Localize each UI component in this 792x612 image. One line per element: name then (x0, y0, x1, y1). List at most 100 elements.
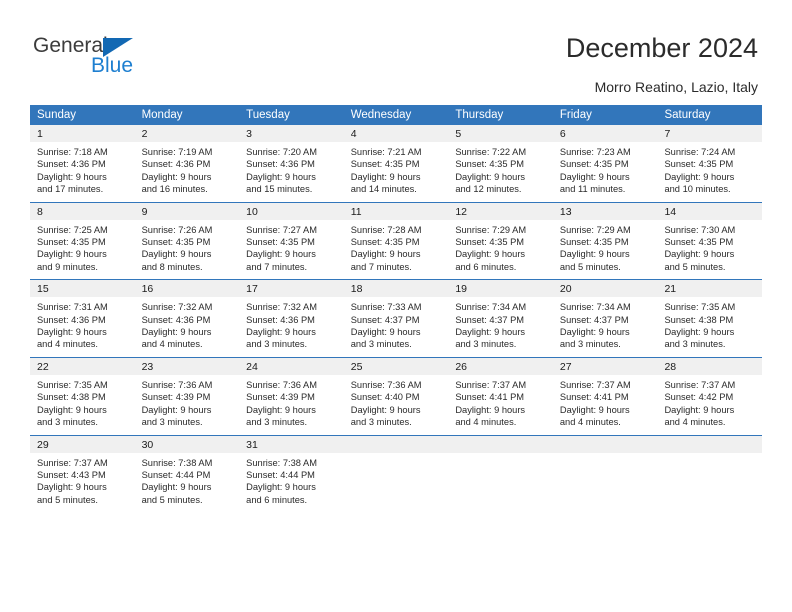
day-number: 6 (552, 125, 658, 142)
day-number: 18 (343, 280, 449, 298)
sunrise-text: Sunrise: 7:25 AM (37, 224, 108, 235)
calendar-day-cell[interactable]: 14 Sunrise: 7:30 AM Sunset: 4:35 PM Dayl… (657, 202, 763, 280)
sunrise-text: Sunrise: 7:30 AM (664, 224, 736, 235)
sunrise-text: Sunrise: 7:35 AM (664, 302, 736, 313)
daylight-text-line2: and 3 minutes. (350, 417, 412, 428)
sunset-text: Sunset: 4:41 PM (455, 392, 525, 403)
calendar-day-cell[interactable]: 30 Sunrise: 7:38 AM Sunset: 4:44 PM Dayl… (134, 435, 240, 513)
sunset-text: Sunset: 4:35 PM (559, 159, 629, 170)
sunrise-text: Sunrise: 7:35 AM (37, 379, 108, 390)
calendar-day-cell[interactable]: 22 Sunrise: 7:35 AM Sunset: 4:38 PM Dayl… (30, 357, 135, 435)
general-blue-logo[interactable]: General Blue (33, 34, 243, 86)
calendar-day-cell[interactable]: 17 Sunrise: 7:32 AM Sunset: 4:36 PM Dayl… (239, 280, 344, 357)
day-details: Sunrise: 7:33 AM Sunset: 4:37 PM Dayligh… (344, 297, 449, 357)
calendar-day-cell[interactable]: 7 Sunrise: 7:24 AM Sunset: 4:35 PM Dayli… (657, 125, 763, 202)
weekday-header-saturday: Saturday (664, 109, 711, 121)
calendar-day-cell[interactable]: 1 Sunrise: 7:18 AM Sunset: 4:36 PM Dayli… (30, 125, 135, 202)
sunset-text: Sunset: 4:41 PM (559, 392, 629, 403)
day-details: Sunrise: 7:28 AM Sunset: 4:35 PM Dayligh… (344, 220, 449, 280)
daylight-text-line2: and 3 minutes. (141, 417, 203, 428)
calendar-day-cell[interactable]: 21 Sunrise: 7:35 AM Sunset: 4:38 PM Dayl… (657, 280, 763, 357)
daylight-text-line2: and 4 minutes. (141, 339, 203, 350)
daylight-text-line1: Daylight: 9 hours (37, 171, 107, 182)
daylight-text-line1: Daylight: 9 hours (246, 404, 316, 415)
sunrise-text: Sunrise: 7:27 AM (246, 224, 317, 235)
calendar-day-cell[interactable]: 12 Sunrise: 7:29 AM Sunset: 4:35 PM Dayl… (448, 202, 553, 280)
daylight-text-line1: Daylight: 9 hours (141, 171, 212, 182)
calendar-day-cell[interactable]: 19 Sunrise: 7:34 AM Sunset: 4:37 PM Dayl… (448, 280, 553, 357)
sunrise-text: Sunrise: 7:28 AM (350, 224, 422, 235)
calendar-day-cell[interactable]: 8 Sunrise: 7:25 AM Sunset: 4:35 PM Dayli… (30, 202, 135, 280)
calendar-day-cell[interactable]: 16 Sunrise: 7:32 AM Sunset: 4:36 PM Dayl… (134, 280, 240, 357)
daylight-text-line2: and 3 minutes. (246, 417, 308, 428)
daylight-text-line2: and 15 minutes. (246, 184, 313, 195)
calendar-day-cell[interactable]: 31 Sunrise: 7:38 AM Sunset: 4:44 PM Dayl… (239, 435, 344, 513)
calendar-day-cell[interactable]: 15 Sunrise: 7:31 AM Sunset: 4:36 PM Dayl… (30, 280, 135, 357)
calendar-day-cell-empty (657, 435, 763, 513)
calendar-day-cell[interactable]: 6 Sunrise: 7:23 AM Sunset: 4:35 PM Dayli… (552, 125, 658, 202)
day-details: Sunrise: 7:35 AM Sunset: 4:38 PM Dayligh… (657, 297, 762, 357)
sunset-text: Sunset: 4:35 PM (246, 237, 315, 248)
daylight-text-line2: and 3 minutes. (350, 339, 412, 350)
day-details: Sunrise: 7:34 AM Sunset: 4:37 PM Dayligh… (553, 297, 658, 357)
day-details: Sunrise: 7:26 AM Sunset: 4:35 PM Dayligh… (135, 220, 240, 280)
day-number: 16 (134, 280, 240, 298)
weekday-header-row: Sunday Monday Tuesday Wednesday Thursday… (30, 105, 762, 125)
calendar-day-cell[interactable]: 3 Sunrise: 7:20 AM Sunset: 4:36 PM Dayli… (239, 125, 344, 202)
sunset-text: Sunset: 4:36 PM (141, 159, 211, 170)
calendar-day-cell[interactable]: 4 Sunrise: 7:21 AM Sunset: 4:35 PM Dayli… (343, 125, 449, 202)
day-number: 11 (343, 202, 449, 220)
daylight-text-line1: Daylight: 9 hours (141, 482, 212, 493)
sunrise-text: Sunrise: 7:36 AM (246, 379, 317, 390)
calendar-day-cell[interactable]: 29 Sunrise: 7:37 AM Sunset: 4:43 PM Dayl… (30, 435, 135, 513)
daylight-text-line2: and 6 minutes. (455, 261, 517, 272)
calendar-day-cell[interactable]: 13 Sunrise: 7:29 AM Sunset: 4:35 PM Dayl… (552, 202, 658, 280)
daylight-text-line2: and 4 minutes. (664, 417, 726, 428)
day-details: Sunrise: 7:27 AM Sunset: 4:35 PM Dayligh… (239, 220, 344, 280)
calendar-day-cell[interactable]: 28 Sunrise: 7:37 AM Sunset: 4:42 PM Dayl… (657, 357, 763, 435)
calendar-day-cell[interactable]: 2 Sunrise: 7:19 AM Sunset: 4:36 PM Dayli… (134, 125, 240, 202)
calendar-day-cell[interactable]: 18 Sunrise: 7:33 AM Sunset: 4:37 PM Dayl… (343, 280, 449, 357)
day-details: Sunrise: 7:37 AM Sunset: 4:41 PM Dayligh… (448, 375, 553, 435)
calendar-day-cell[interactable]: 23 Sunrise: 7:36 AM Sunset: 4:39 PM Dayl… (134, 357, 240, 435)
day-details: Sunrise: 7:19 AM Sunset: 4:36 PM Dayligh… (135, 142, 240, 202)
sunset-text: Sunset: 4:35 PM (455, 237, 525, 248)
day-number: 3 (239, 125, 344, 142)
weekday-header-thursday: Thursday (455, 109, 504, 121)
daylight-text-line2: and 6 minutes. (246, 494, 308, 505)
calendar-day-cell[interactable]: 10 Sunrise: 7:27 AM Sunset: 4:35 PM Dayl… (239, 202, 344, 280)
calendar-day-cell[interactable]: 25 Sunrise: 7:36 AM Sunset: 4:40 PM Dayl… (343, 357, 449, 435)
daylight-text-line2: and 5 minutes. (559, 261, 621, 272)
calendar-day-cell[interactable]: 24 Sunrise: 7:36 AM Sunset: 4:39 PM Dayl… (239, 357, 344, 435)
sunrise-text: Sunrise: 7:34 AM (559, 302, 631, 313)
daylight-text-line1: Daylight: 9 hours (455, 327, 526, 338)
day-number (448, 435, 553, 453)
daylight-text-line1: Daylight: 9 hours (455, 404, 526, 415)
calendar-day-cell[interactable]: 9 Sunrise: 7:26 AM Sunset: 4:35 PM Dayli… (134, 202, 240, 280)
sunset-text: Sunset: 4:36 PM (37, 159, 106, 170)
sunset-text: Sunset: 4:43 PM (37, 469, 106, 480)
sunrise-text: Sunrise: 7:38 AM (141, 457, 213, 468)
calendar-day-cell[interactable]: 11 Sunrise: 7:28 AM Sunset: 4:35 PM Dayl… (343, 202, 449, 280)
daylight-text-line2: and 7 minutes. (246, 261, 308, 272)
sunset-text: Sunset: 4:35 PM (664, 237, 734, 248)
calendar-day-cell[interactable]: 26 Sunrise: 7:37 AM Sunset: 4:41 PM Dayl… (448, 357, 553, 435)
day-details: Sunrise: 7:32 AM Sunset: 4:36 PM Dayligh… (135, 297, 240, 357)
day-number: 10 (239, 202, 344, 220)
calendar-day-cell[interactable]: 5 Sunrise: 7:22 AM Sunset: 4:35 PM Dayli… (448, 125, 553, 202)
sunset-text: Sunset: 4:36 PM (141, 314, 211, 325)
day-details: Sunrise: 7:31 AM Sunset: 4:36 PM Dayligh… (30, 297, 135, 357)
calendar-day-cell[interactable]: 27 Sunrise: 7:37 AM Sunset: 4:41 PM Dayl… (552, 357, 658, 435)
day-number (343, 435, 449, 453)
daylight-text-line1: Daylight: 9 hours (37, 404, 107, 415)
sunrise-text: Sunrise: 7:33 AM (350, 302, 422, 313)
location-subtitle: Morro Reatino, Lazio, Italy (594, 79, 758, 95)
daylight-text-line2: and 7 minutes. (350, 261, 412, 272)
daylight-text-line2: and 3 minutes. (37, 417, 98, 428)
day-number: 1 (30, 125, 135, 142)
daylight-text-line2: and 9 minutes. (37, 261, 98, 272)
calendar-day-cell[interactable]: 20 Sunrise: 7:34 AM Sunset: 4:37 PM Dayl… (552, 280, 658, 357)
daylight-text-line2: and 3 minutes. (664, 339, 726, 350)
daylight-text-line1: Daylight: 9 hours (141, 249, 212, 260)
day-number: 8 (30, 202, 135, 220)
